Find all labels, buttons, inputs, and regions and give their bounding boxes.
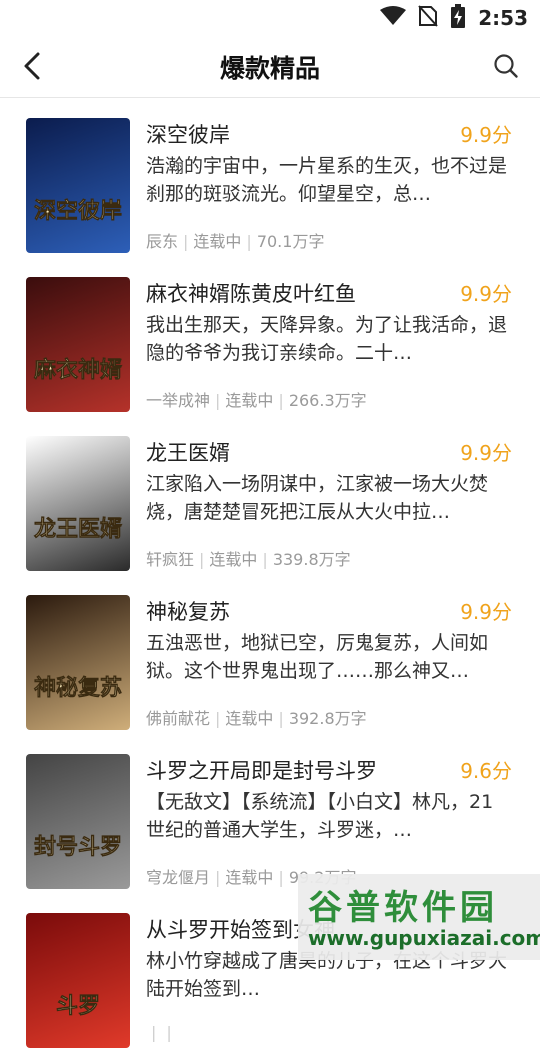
book-list-item[interactable]: 封号斗罗 斗罗之开局即是封号斗罗 9.6分 【无敌文】【系统流】【小白文】林凡，… xyxy=(0,734,540,893)
book-meta: 辰东 | 连载中 | 70.1万字 xyxy=(146,228,324,252)
no-sim-icon xyxy=(418,5,438,31)
page-title: 爆款精品 xyxy=(219,54,320,83)
wifi-icon xyxy=(380,6,407,30)
book-description: 【无敌文】【系统流】【小白文】林凡，21世纪的普通大学生，斗罗迷，… xyxy=(146,791,494,841)
search-button[interactable] xyxy=(488,50,524,86)
meta-separator: | xyxy=(278,868,284,887)
app-header: 爆款精品 xyxy=(0,36,540,98)
book-title[interactable]: 斗罗之开局即是封号斗罗 xyxy=(146,755,377,785)
watermark-overlay: 谷普软件园 www.gupuxiazai.com xyxy=(298,874,540,960)
book-cover-title: 斗罗 xyxy=(56,993,100,1019)
book-cover-title: 深空彼岸 xyxy=(34,198,122,224)
book-status: 连载中 xyxy=(225,391,274,410)
meta-separator: | xyxy=(278,709,284,728)
book-cover[interactable]: 封号斗罗 xyxy=(26,754,130,889)
book-meta: | | xyxy=(146,1023,177,1042)
book-author: 穹龙偃月 xyxy=(146,868,211,887)
book-cover[interactable]: 斗罗 xyxy=(26,913,130,1048)
book-status: 连载中 xyxy=(225,868,274,887)
meta-separator: | xyxy=(215,391,221,410)
book-status: 连载中 xyxy=(225,709,274,728)
book-author: 佛前献花 xyxy=(146,709,211,728)
book-title[interactable]: 麻衣神婿陈黄皮叶红鱼 xyxy=(146,278,356,308)
book-cover[interactable]: 龙王医婿 xyxy=(26,436,130,571)
book-score: 9.9分 xyxy=(460,600,512,624)
meta-separator: | xyxy=(166,1023,172,1042)
back-arrow-icon xyxy=(22,51,42,85)
back-button[interactable] xyxy=(14,50,50,86)
book-status: 连载中 xyxy=(209,550,258,569)
book-title[interactable]: 深空彼岸 xyxy=(146,119,230,149)
watermark-url: www.gupuxiazai.com xyxy=(308,926,540,950)
meta-separator: | xyxy=(278,391,284,410)
book-meta: 一举成神 | 连载中 | 266.3万字 xyxy=(146,387,367,411)
search-icon xyxy=(493,53,519,83)
meta-separator: | xyxy=(262,550,268,569)
book-score: 9.9分 xyxy=(460,123,512,147)
book-description: 五浊恶世，地狱已空，厉鬼复苏，人间如狱。这个世界鬼出现了……那么神又… xyxy=(146,632,489,682)
book-author: 辰东 xyxy=(146,232,179,251)
meta-separator: | xyxy=(246,232,252,251)
clock-time: 2:53 xyxy=(478,6,528,30)
book-author: 一举成神 xyxy=(146,391,211,410)
book-cover-title: 神秘复苏 xyxy=(34,675,122,701)
book-author: 轩疯狂 xyxy=(146,550,195,569)
book-word-count: 266.3万字 xyxy=(288,391,367,410)
book-score: 9.6分 xyxy=(460,759,512,783)
meta-separator: | xyxy=(183,232,189,251)
book-cover-title: 封号斗罗 xyxy=(34,834,122,860)
book-description: 江家陷入一场阴谋中，江家被一场大火焚烧，唐楚楚冒死把江辰从大火中拉… xyxy=(146,473,489,523)
book-score: 9.9分 xyxy=(460,441,512,465)
book-title[interactable]: 神秘复苏 xyxy=(146,596,230,626)
book-list-item[interactable]: 麻衣神婿 麻衣神婿陈黄皮叶红鱼 9.9分 我出生那天，天降异象。为了让我活命，退… xyxy=(0,257,540,416)
book-word-count: 70.1万字 xyxy=(256,232,325,251)
battery-charging-icon xyxy=(450,4,466,32)
book-description: 我出生那天，天降异象。为了让我活命，退隐的爷爷为我订亲续命。二十… xyxy=(146,314,508,364)
book-cover-title: 龙王医婿 xyxy=(34,516,122,542)
book-meta: 轩疯狂 | 连载中 | 339.8万字 xyxy=(146,546,351,570)
status-bar: 2:53 xyxy=(0,0,540,36)
book-cover[interactable]: 深空彼岸 xyxy=(26,118,130,253)
watermark-text: 谷普软件园 xyxy=(308,888,498,928)
book-list-item[interactable]: 龙王医婿 龙王医婿 9.9分 江家陷入一场阴谋中，江家被一场大火焚烧，唐楚楚冒死… xyxy=(0,416,540,575)
book-list-item[interactable]: 神秘复苏 神秘复苏 9.9分 五浊恶世，地狱已空，厉鬼复苏，人间如狱。这个世界鬼… xyxy=(0,575,540,734)
book-cover-title: 麻衣神婿 xyxy=(33,357,122,383)
book-cover[interactable]: 神秘复苏 xyxy=(26,595,130,730)
meta-separator: | xyxy=(199,550,205,569)
meta-separator: | xyxy=(151,1023,157,1042)
book-cover[interactable]: 麻衣神婿 xyxy=(26,277,130,412)
book-score: 9.9分 xyxy=(460,282,512,306)
book-word-count: 339.8万字 xyxy=(272,550,351,569)
book-list-item[interactable]: 深空彼岸 深空彼岸 9.9分 浩瀚的宇宙中，一片星系的生灭，也不过是刹那的斑驳流… xyxy=(0,98,540,257)
meta-separator: | xyxy=(215,868,221,887)
book-meta: 佛前献花 | 连载中 | 392.8万字 xyxy=(146,705,367,729)
book-status: 连载中 xyxy=(193,232,242,251)
book-title[interactable]: 龙王医婿 xyxy=(146,437,230,467)
book-description: 浩瀚的宇宙中，一片星系的生灭，也不过是刹那的斑驳流光。仰望星空，总… xyxy=(146,155,508,205)
book-word-count: 392.8万字 xyxy=(288,709,367,728)
meta-separator: | xyxy=(215,709,221,728)
